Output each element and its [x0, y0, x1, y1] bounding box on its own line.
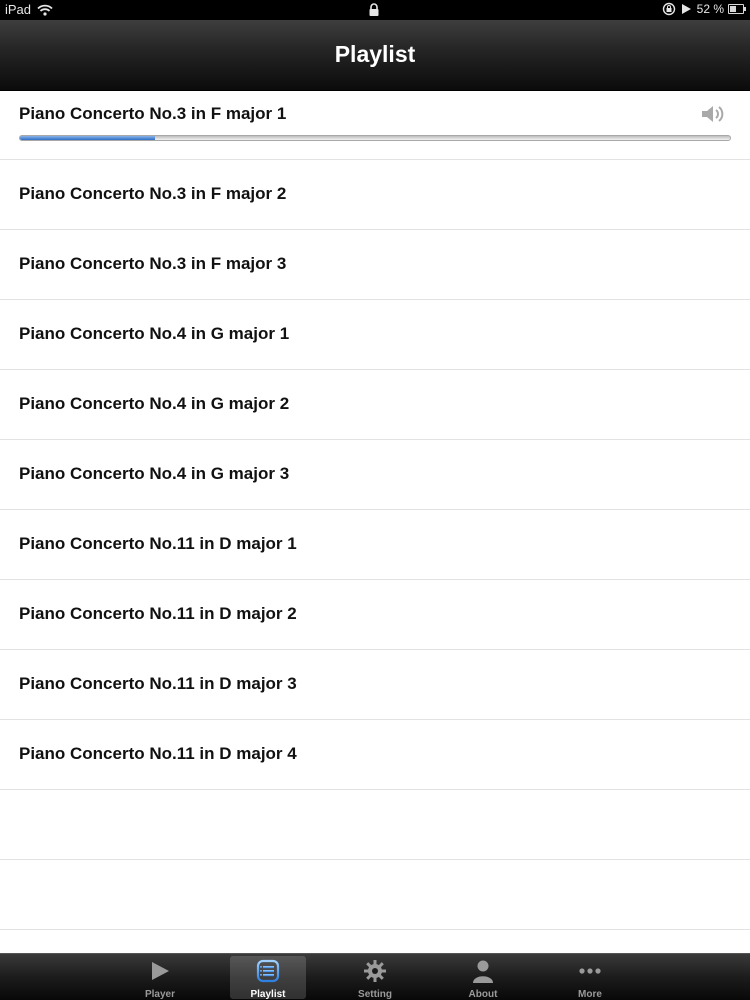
- play-icon: [152, 962, 169, 980]
- tab-label: Setting: [358, 989, 392, 1000]
- battery-percentage: 52 %: [696, 2, 724, 16]
- playlist-item[interactable]: Piano Concerto No.11 in D major 4: [0, 720, 750, 790]
- track-title: Piano Concerto No.3 in F major 3: [19, 254, 287, 273]
- status-left: iPad: [5, 2, 53, 17]
- track-title: Piano Concerto No.11 in D major 4: [19, 744, 297, 763]
- playlist-item[interactable]: Piano Concerto No.11 in D major 3: [0, 650, 750, 720]
- playlist-item[interactable]: Piano Concerto No.4 in G major 3: [0, 440, 750, 510]
- device-name: iPad: [5, 2, 32, 17]
- track-title: Piano Concerto No.11 in D major 3: [19, 674, 297, 693]
- rotation-lock-icon: [662, 2, 675, 16]
- wifi-icon: [37, 4, 53, 16]
- empty-row: [0, 790, 750, 860]
- playlist-list[interactable]: Piano Concerto No.3 in F major 1 Piano C…: [0, 91, 750, 953]
- person-icon: [473, 960, 493, 983]
- battery-fill: [730, 6, 736, 12]
- empty-row: [0, 860, 750, 930]
- speaker-icon: [702, 106, 724, 122]
- track-title: Piano Concerto No.11 in D major 1: [19, 534, 297, 553]
- lock-icon: [369, 3, 379, 16]
- playlist-item[interactable]: Piano Concerto No.4 in G major 1: [0, 300, 750, 370]
- tab-label: Player: [144, 989, 176, 1000]
- track-title: Piano Concerto No.4 in G major 1: [19, 324, 290, 343]
- nav-bar: Playlist: [0, 20, 750, 91]
- track-title: Piano Concerto No.4 in G major 2: [19, 394, 290, 413]
- battery-icon: [728, 4, 746, 14]
- status-right: 52 %: [662, 2, 746, 16]
- page-title: Playlist: [334, 41, 416, 67]
- tab-player[interactable]: Player: [122, 956, 198, 1000]
- tab-label: More: [578, 989, 602, 1000]
- ipad-screen: iPad 52 % Playlist Piano Concerto No.3 i…: [0, 0, 750, 1000]
- playlist-item[interactable]: Piano Concerto No.3 in F major 2: [0, 160, 750, 230]
- playlist-item[interactable]: Piano Concerto No.11 in D major 1: [0, 510, 750, 580]
- tab-setting[interactable]: Setting: [337, 956, 413, 1000]
- tab-label: Playlist: [250, 989, 286, 1000]
- tab-bar: Player Playlist Setting About More: [0, 953, 750, 1000]
- tab-more[interactable]: More: [552, 956, 628, 1000]
- playlist-item-now-playing[interactable]: Piano Concerto No.3 in F major 1: [0, 91, 750, 160]
- tab-playlist[interactable]: Playlist: [230, 956, 306, 1000]
- gear-icon: [364, 960, 386, 982]
- tab-label: About: [468, 989, 498, 1000]
- track-title: Piano Concerto No.3 in F major 2: [19, 184, 287, 203]
- track-title: Piano Concerto No.4 in G major 3: [19, 464, 290, 483]
- playlist-item[interactable]: Piano Concerto No.4 in G major 2: [0, 370, 750, 440]
- playback-progress-bar[interactable]: [19, 135, 731, 141]
- playback-progress-fill: [20, 136, 155, 140]
- more-icon: [579, 968, 601, 974]
- track-title: Piano Concerto No.3 in F major 1: [19, 104, 287, 123]
- playlist-icon: [256, 959, 280, 983]
- status-bar: iPad 52 %: [0, 0, 750, 20]
- track-title: Piano Concerto No.11 in D major 2: [19, 604, 297, 623]
- playlist-item[interactable]: Piano Concerto No.11 in D major 2: [0, 580, 750, 650]
- play-status-icon: [681, 4, 691, 14]
- tab-about[interactable]: About: [445, 956, 521, 1000]
- playlist-item[interactable]: Piano Concerto No.3 in F major 3: [0, 230, 750, 300]
